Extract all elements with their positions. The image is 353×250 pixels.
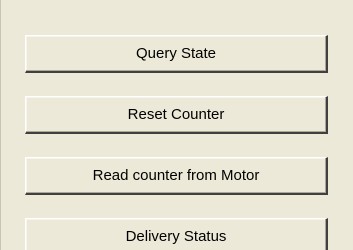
read-counter-from-motor-label: Read counter from Motor xyxy=(92,167,260,184)
read-counter-from-motor-button[interactable]: Read counter from Motor xyxy=(25,157,328,195)
reset-counter-label: Reset Counter xyxy=(127,106,225,123)
delivery-status-label: Delivery Status xyxy=(125,228,227,245)
query-state-label: Query State xyxy=(135,45,217,62)
query-state-button[interactable]: Query State xyxy=(25,35,328,73)
delivery-status-button[interactable]: Delivery Status xyxy=(25,218,328,250)
reset-counter-button[interactable]: Reset Counter xyxy=(25,96,328,134)
control-panel: Query State Reset Counter Read counter f… xyxy=(0,0,353,250)
